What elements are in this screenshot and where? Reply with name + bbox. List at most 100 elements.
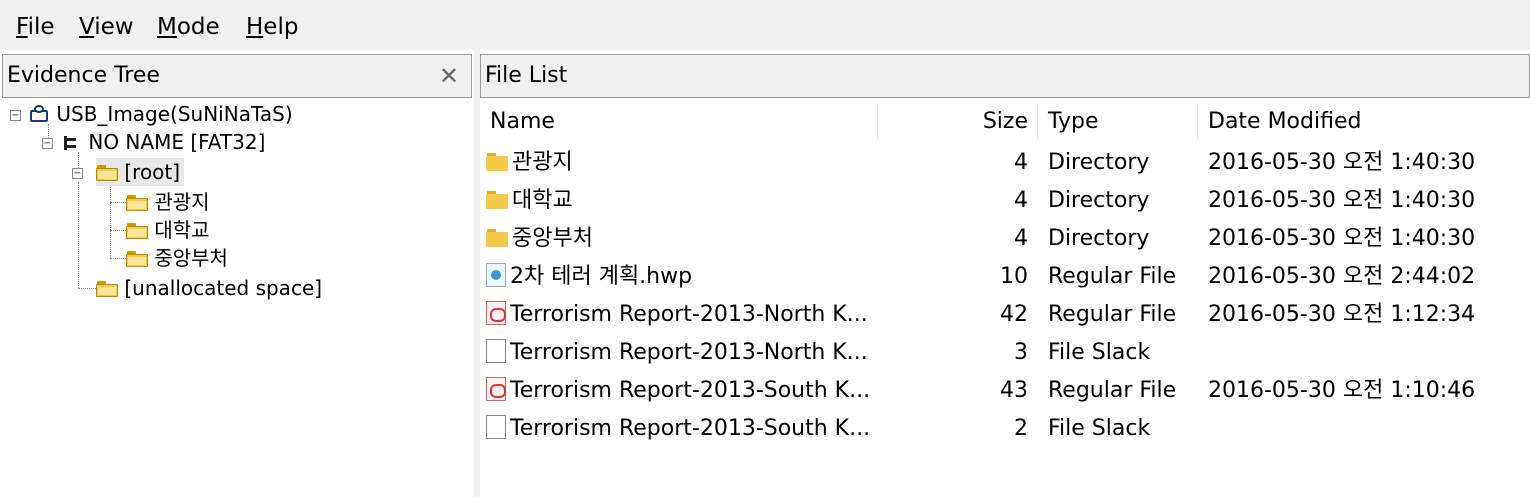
menu-mode-rest: ode: [176, 14, 220, 40]
evidence-tree-header: Evidence Tree ✕: [2, 54, 472, 98]
tree-connector: [110, 202, 126, 203]
folder-icon: [126, 223, 148, 239]
file-list: Name Size Type Date Modified 관광지 4 Direc…: [480, 100, 1530, 497]
file-size: 42: [1000, 302, 1028, 327]
file-name: 중앙부처: [512, 226, 593, 251]
tree-connector: [78, 182, 79, 288]
tree-node-label: [root]: [124, 160, 181, 184]
folder-icon: [96, 281, 118, 297]
menu-mode[interactable]: Mode: [157, 12, 220, 42]
tree-node-label: USB_Image(SuNiNaTaS): [56, 102, 293, 126]
tree-node-folder[interactable]: 중앙부처: [126, 244, 228, 272]
file-size: 4: [1014, 226, 1028, 251]
file-name-cell: 관광지: [486, 144, 872, 182]
menu-file[interactable]: File: [16, 12, 55, 42]
tree-connector: [110, 182, 111, 258]
file-type: Directory: [1048, 226, 1150, 251]
file-size: 4: [1014, 150, 1028, 175]
file-date: 2016-05-30 오전 1:40:30: [1208, 188, 1476, 213]
column-header-name[interactable]: Name: [490, 100, 555, 144]
menu-file-accel: F: [16, 14, 28, 40]
column-header-size[interactable]: Size: [878, 100, 1028, 144]
menu-help-accel: H: [246, 14, 264, 40]
file-row[interactable]: 관광지 4 Directory 2016-05-30 오전 1:40:30: [480, 144, 1530, 182]
menu-view-accel: V: [79, 14, 95, 40]
file-list-header: File List: [480, 54, 1530, 98]
file-row[interactable]: 중앙부처 4 Directory 2016-05-30 오전 1:40:30: [480, 220, 1530, 258]
file-name: Terrorism Report-2013-South K...: [510, 416, 871, 441]
tree-node-label: 관광지: [154, 190, 210, 214]
file-name: 관광지: [512, 150, 573, 175]
file-date: 2016-05-30 오전 1:40:30: [1208, 150, 1476, 175]
folder-icon: [486, 153, 508, 171]
tree-node-folder[interactable]: 관광지: [126, 188, 210, 216]
file-row[interactable]: Terrorism Report-2013-South K... 43 Regu…: [480, 372, 1530, 410]
file-type: File Slack: [1048, 340, 1151, 365]
blank-file-icon: [486, 339, 506, 363]
file-name-cell: 대학교: [486, 182, 872, 220]
file-date: 2016-05-30 오전 1:40:30: [1208, 226, 1476, 251]
file-row[interactable]: 2차 테러 계획.hwp 10 Regular File 2016-05-30 …: [480, 258, 1530, 296]
evidence-tree-title: Evidence Tree: [7, 63, 160, 88]
pdf-file-icon: [486, 377, 506, 401]
file-row[interactable]: Terrorism Report-2013-South K... 2 File …: [480, 410, 1530, 448]
column-separator[interactable]: [1197, 104, 1198, 140]
file-size: 43: [1000, 378, 1028, 403]
file-name: Terrorism Report-2013-South K...: [510, 378, 871, 403]
file-date: 2016-05-30 오전 2:44:02: [1208, 264, 1476, 289]
file-name-cell: 중앙부처: [486, 220, 872, 258]
tree-node-label: 중앙부처: [154, 246, 228, 270]
file-name-cell: Terrorism Report-2013-South K...: [486, 410, 872, 448]
column-header-date[interactable]: Date Modified: [1208, 100, 1361, 144]
file-name: Terrorism Report-2013-North K...: [510, 340, 868, 365]
tree-node-usb-image[interactable]: USB_Image(SuNiNaTaS): [28, 100, 293, 128]
volume-icon: [60, 134, 82, 152]
folder-icon: [126, 251, 148, 267]
file-type: Regular File: [1048, 378, 1177, 403]
file-name-cell: 2차 테러 계획.hwp: [486, 258, 872, 296]
menu-view-rest: iew: [94, 14, 134, 40]
menu-view[interactable]: View: [79, 12, 134, 42]
file-size: 10: [1000, 264, 1028, 289]
file-size: 2: [1014, 416, 1028, 441]
collapse-toggle[interactable]: −: [42, 138, 53, 149]
blank-file-icon: [486, 415, 506, 439]
file-name: 대학교: [512, 188, 573, 213]
evidence-tree: − USB_Image(SuNiNaTaS) − NO NAME [FAT32]…: [4, 100, 472, 497]
pdf-file-icon: [486, 301, 506, 325]
file-type: Regular File: [1048, 302, 1177, 327]
tree-node-label: 대학교: [154, 218, 210, 242]
tree-node-unallocated[interactable]: [unallocated space]: [96, 274, 322, 302]
file-name-cell: Terrorism Report-2013-South K...: [486, 372, 872, 410]
folder-icon: [96, 165, 118, 181]
file-type: Directory: [1048, 188, 1150, 213]
tree-node-root[interactable]: [root]: [96, 158, 185, 186]
file-type: Regular File: [1048, 264, 1177, 289]
menu-bar: File View Mode Help: [0, 0, 1530, 50]
file-list-title: File List: [485, 63, 568, 88]
folder-icon: [486, 229, 508, 247]
file-row[interactable]: Terrorism Report-2013-North K... 3 File …: [480, 334, 1530, 372]
collapse-toggle[interactable]: −: [10, 110, 21, 121]
file-row[interactable]: 대학교 4 Directory 2016-05-30 오전 1:40:30: [480, 182, 1530, 220]
file-name-cell: Terrorism Report-2013-North K...: [486, 296, 872, 334]
tree-node-volume[interactable]: NO NAME [FAT32]: [60, 128, 265, 156]
file-size: 4: [1014, 188, 1028, 213]
file-date: 2016-05-30 오전 1:10:46: [1208, 378, 1476, 403]
menu-mode-accel: M: [157, 14, 177, 40]
hwp-file-icon: [486, 263, 506, 287]
column-header-type[interactable]: Type: [1048, 100, 1099, 144]
tree-node-folder[interactable]: 대학교: [126, 216, 210, 244]
column-separator[interactable]: [1037, 104, 1038, 140]
file-date: 2016-05-30 오전 1:12:34: [1208, 302, 1476, 327]
tree-connector: [110, 258, 126, 259]
tree-node-label: NO NAME [FAT32]: [88, 130, 266, 154]
menu-help[interactable]: Help: [246, 12, 298, 42]
folder-icon: [126, 195, 148, 211]
file-name: Terrorism Report-2013-North K...: [510, 302, 868, 327]
collapse-toggle[interactable]: −: [72, 168, 83, 179]
file-row[interactable]: Terrorism Report-2013-North K... 42 Regu…: [480, 296, 1530, 334]
close-icon[interactable]: ✕: [439, 55, 459, 97]
file-type: Directory: [1048, 150, 1150, 175]
file-name: 2차 테러 계획.hwp: [510, 264, 693, 289]
